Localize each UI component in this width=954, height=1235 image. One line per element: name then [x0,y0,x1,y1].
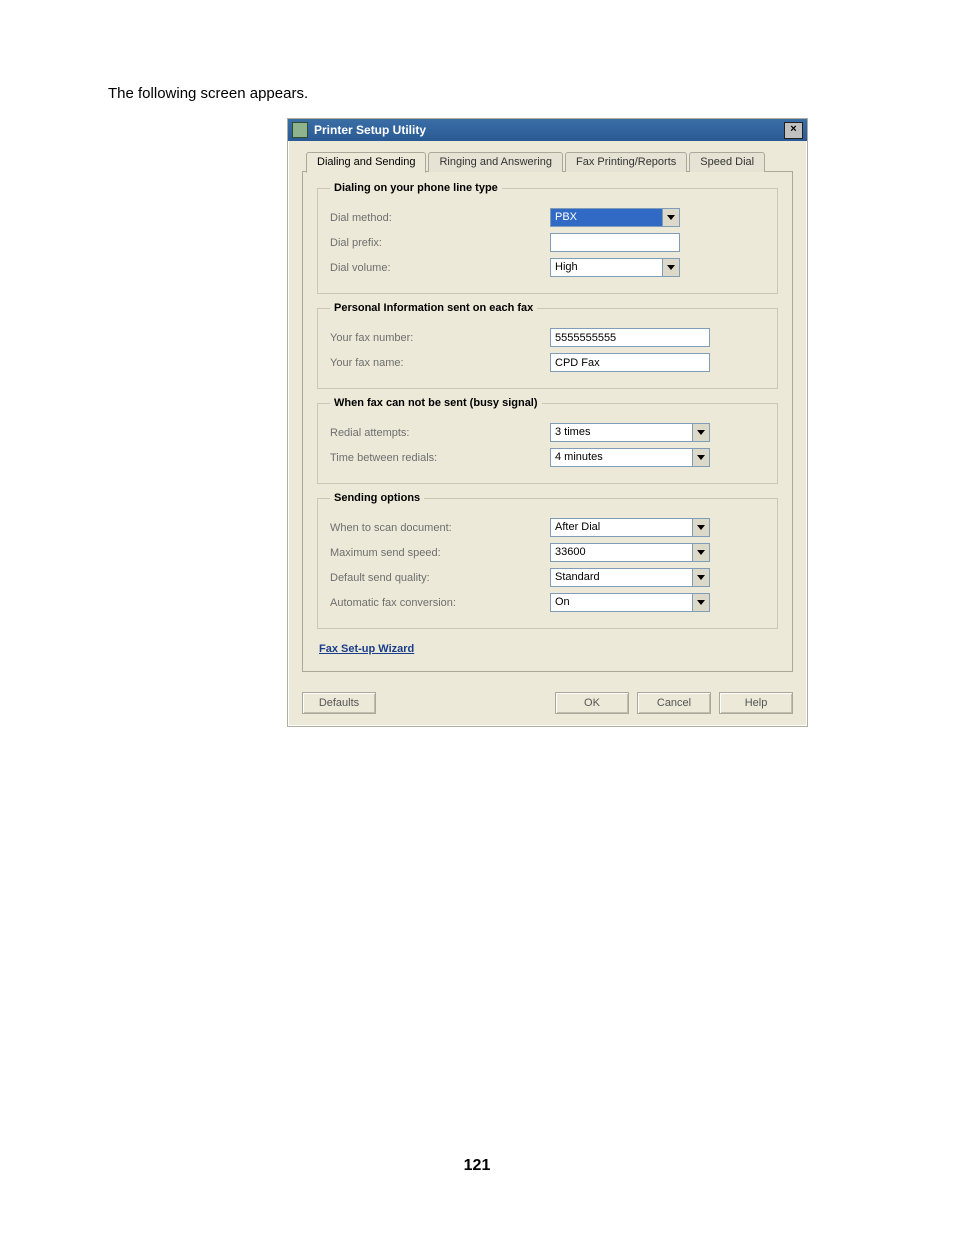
time-between-redials-label: Time between redials: [330,452,550,464]
fax-number-input[interactable] [550,328,710,347]
default-send-quality-label: Default send quality: [330,572,550,584]
chevron-down-icon [692,544,709,561]
when-to-scan-label: When to scan document: [330,522,550,534]
time-between-redials-value: 4 minutes [551,449,692,466]
button-label: OK [584,697,600,709]
app-icon [292,122,308,138]
auto-fax-conversion-select[interactable]: On [550,593,710,612]
window-title: Printer Setup Utility [314,123,784,137]
redial-attempts-select[interactable]: 3 times [550,423,710,442]
titlebar: Printer Setup Utility × [288,119,807,141]
defaults-button[interactable]: Defaults [302,692,376,714]
intro-text: The following screen appears. [108,85,308,102]
help-button[interactable]: Help [719,692,793,714]
group-busy-signal: When fax can not be sent (busy signal) R… [317,397,778,484]
page-number: 121 [0,1157,954,1175]
button-label: Help [745,697,768,709]
tab-label: Ringing and Answering [439,156,552,168]
dial-volume-value: High [551,259,662,276]
max-send-speed-label: Maximum send speed: [330,547,550,559]
time-between-redials-select[interactable]: 4 minutes [550,448,710,467]
dial-method-value: PBX [551,209,662,226]
chevron-down-icon [692,594,709,611]
fax-name-input[interactable] [550,353,710,372]
chevron-down-icon [662,209,679,226]
dial-method-label: Dial method: [330,212,550,224]
chevron-down-icon [692,519,709,536]
group-legend: Dialing on your phone line type [330,182,502,194]
tab-speed-dial[interactable]: Speed Dial [689,152,765,172]
button-label: Defaults [319,697,359,709]
when-to-scan-value: After Dial [551,519,692,536]
dial-prefix-label: Dial prefix: [330,237,550,249]
tab-label: Dialing and Sending [317,156,415,168]
document-page: The following screen appears. Printer Se… [0,0,954,1235]
redial-attempts-value: 3 times [551,424,692,441]
printer-setup-window: Printer Setup Utility × Dialing and Send… [287,118,808,727]
group-sending-options: Sending options When to scan document: A… [317,492,778,629]
ok-button[interactable]: OK [555,692,629,714]
chevron-down-icon [692,449,709,466]
redial-attempts-label: Redial attempts: [330,427,550,439]
tab-strip: Dialing and Sending Ringing and Answerin… [302,151,793,172]
tab-dialing-and-sending[interactable]: Dialing and Sending [306,152,426,173]
dial-volume-label: Dial volume: [330,262,550,274]
when-to-scan-select[interactable]: After Dial [550,518,710,537]
default-send-quality-value: Standard [551,569,692,586]
auto-fax-conversion-label: Automatic fax conversion: [330,597,550,609]
group-legend: Personal Information sent on each fax [330,302,537,314]
max-send-speed-select[interactable]: 33600 [550,543,710,562]
group-dialing: Dialing on your phone line type Dial met… [317,182,778,294]
dialog-button-row: Defaults OK Cancel Help [302,692,793,714]
fax-number-label: Your fax number: [330,332,550,344]
fax-name-label: Your fax name: [330,357,550,369]
dial-prefix-input[interactable] [550,233,680,252]
tab-ringing-and-answering[interactable]: Ringing and Answering [428,152,563,172]
max-send-speed-value: 33600 [551,544,692,561]
tab-label: Speed Dial [700,156,754,168]
tab-fax-printing-reports[interactable]: Fax Printing/Reports [565,152,687,172]
close-icon[interactable]: × [784,122,803,139]
tab-panel-dialing-and-sending: Dialing on your phone line type Dial met… [302,171,793,672]
auto-fax-conversion-value: On [551,594,692,611]
chevron-down-icon [692,424,709,441]
group-legend: Sending options [330,492,424,504]
group-personal-info: Personal Information sent on each fax Yo… [317,302,778,389]
dial-volume-select[interactable]: High [550,258,680,277]
fax-setup-wizard-link[interactable]: Fax Set-up Wizard [319,643,414,655]
dialog-body: Dialing and Sending Ringing and Answerin… [288,141,807,726]
chevron-down-icon [692,569,709,586]
group-legend: When fax can not be sent (busy signal) [330,397,542,409]
button-label: Cancel [657,697,691,709]
dial-method-select[interactable]: PBX [550,208,680,227]
chevron-down-icon [662,259,679,276]
default-send-quality-select[interactable]: Standard [550,568,710,587]
cancel-button[interactable]: Cancel [637,692,711,714]
tab-label: Fax Printing/Reports [576,156,676,168]
